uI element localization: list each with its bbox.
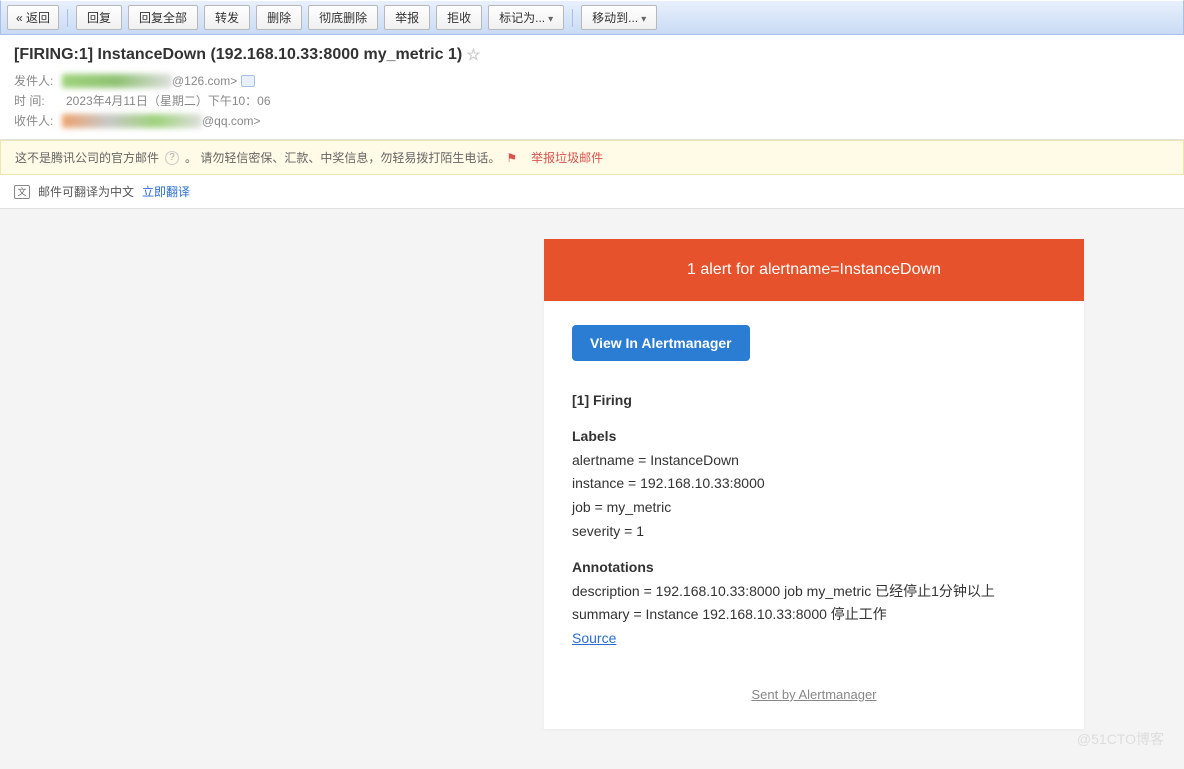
labels-title: Labels — [572, 425, 1056, 449]
star-icon[interactable]: ☆ — [466, 45, 480, 65]
from-label: 发件人: — [14, 71, 62, 91]
label-severity: severity = 1 — [572, 520, 1056, 544]
watermark: @51CTO博客 — [1077, 729, 1164, 749]
mark-as-button[interactable]: 标记为...▾ — [488, 5, 564, 30]
alert-header: 1 alert for alertname=InstanceDown — [544, 239, 1084, 301]
report-spam-link[interactable]: 举报垃圾邮件 — [531, 149, 603, 166]
annotations-title: Annotations — [572, 556, 1056, 580]
chevron-down-icon: ▾ — [641, 14, 646, 25]
reply-button[interactable]: 回复 — [76, 5, 122, 30]
firing-title: [1] Firing — [572, 389, 1056, 413]
to-label: 收件人: — [14, 111, 62, 131]
translate-text: 邮件可翻译为中文 — [38, 183, 134, 200]
translate-bar: 文 邮件可翻译为中文 立即翻译 — [0, 175, 1184, 209]
reject-button[interactable]: 拒收 — [436, 5, 482, 30]
alert-footer: Sent by Alertmanager — [544, 675, 1084, 722]
source-link[interactable]: Source — [572, 630, 616, 646]
from-row: 发件人: @126.com> — [14, 71, 1170, 91]
translate-icon: 文 — [14, 185, 30, 199]
delete-permanent-button[interactable]: 彻底删除 — [308, 5, 378, 30]
time-row: 时 间: 2023年4月11日（星期二）下午10：06 — [14, 91, 1170, 111]
time-value: 2023年4月11日（星期二）下午10：06 — [66, 91, 271, 111]
contact-card-icon[interactable] — [241, 75, 255, 87]
mail-toolbar: « 返回 回复 回复全部 转发 删除 彻底删除 举报 拒收 标记为...▾ 移动… — [0, 0, 1184, 35]
to-row: 收件人: @qq.com> — [14, 111, 1170, 131]
to-email-suffix: @qq.com> — [202, 111, 261, 131]
warning-text-2: 。 请勿轻信密保、汇款、中奖信息，勿轻易拨打陌生电话。 — [185, 149, 500, 166]
move-to-button[interactable]: 移动到...▾ — [581, 5, 657, 30]
label-instance: instance = 192.168.10.33:8000 — [572, 472, 1056, 496]
time-label: 时 间: — [14, 91, 62, 111]
alertmanager-card: 1 alert for alertname=InstanceDown View … — [544, 239, 1084, 729]
view-in-alertmanager-button[interactable]: View In Alertmanager — [572, 325, 750, 361]
annotation-description: description = 192.168.10.33:8000 job my_… — [572, 580, 1056, 604]
subject-text: [FIRING:1] InstanceDown (192.168.10.33:8… — [14, 46, 462, 64]
help-icon[interactable]: ? — [165, 151, 179, 165]
forward-button[interactable]: 转发 — [204, 5, 250, 30]
warning-text-1: 这不是腾讯公司的官方邮件 — [15, 149, 159, 166]
alert-body: View In Alertmanager [1] Firing Labels a… — [544, 301, 1084, 675]
phishing-warning-bar: 这不是腾讯公司的官方邮件 ? 。 请勿轻信密保、汇款、中奖信息，勿轻易拨打陌生电… — [0, 140, 1184, 175]
from-redacted — [62, 74, 172, 88]
toolbar-divider — [67, 9, 68, 27]
reply-all-button[interactable]: 回复全部 — [128, 5, 198, 30]
label-alertname: alertname = InstanceDown — [572, 449, 1056, 473]
chevron-down-icon: ▾ — [548, 14, 553, 25]
back-button[interactable]: « 返回 — [7, 5, 59, 30]
annotation-summary: summary = Instance 192.168.10.33:8000 停止… — [572, 603, 1056, 627]
sent-by-link[interactable]: Sent by Alertmanager — [751, 687, 876, 702]
mail-content-area: 1 alert for alertname=InstanceDown View … — [0, 209, 1184, 769]
to-redacted — [62, 114, 202, 128]
mail-header: [FIRING:1] InstanceDown (192.168.10.33:8… — [0, 35, 1184, 140]
mail-subject: [FIRING:1] InstanceDown (192.168.10.33:8… — [14, 45, 1170, 65]
from-email-suffix: @126.com> — [172, 71, 237, 91]
toolbar-divider — [572, 9, 573, 27]
label-job: job = my_metric — [572, 496, 1056, 520]
report-button[interactable]: 举报 — [384, 5, 430, 30]
flag-icon: ⚑ — [506, 151, 517, 165]
translate-now-link[interactable]: 立即翻译 — [142, 183, 190, 200]
delete-button[interactable]: 删除 — [256, 5, 302, 30]
